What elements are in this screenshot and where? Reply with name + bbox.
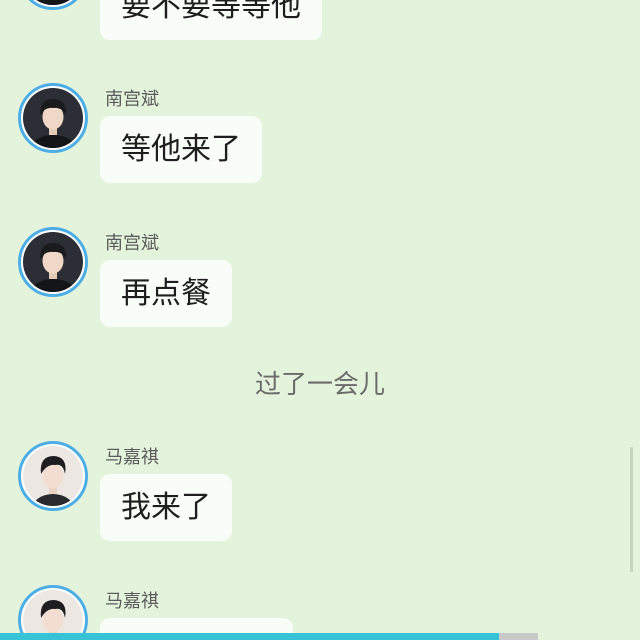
sender-name: 南宫斌: [105, 89, 159, 110]
avatar[interactable]: [18, 227, 88, 297]
sender-name: 南宫斌: [105, 233, 159, 254]
sender-name: 马嘉祺: [105, 447, 159, 468]
message-bubble[interactable]: 我来了: [100, 474, 232, 541]
progress-played: [0, 633, 500, 640]
avatar-photo: [23, 590, 83, 640]
avatar[interactable]: [18, 83, 88, 153]
time-notice: 过了一会儿: [254, 370, 385, 400]
scrollbar[interactable]: [630, 447, 633, 572]
avatar[interactable]: [18, 585, 88, 640]
message-bubble[interactable]: 等他来了: [100, 116, 262, 183]
message-bubble[interactable]: 再点餐: [100, 260, 232, 327]
sender-name: 马嘉祺: [105, 591, 159, 612]
chat-screen: 要不要等等他 南宫斌 等他来了 南宫斌 再点餐 过了一会儿 马嘉祺 我来了 马嘉…: [0, 0, 640, 640]
avatar[interactable]: [18, 441, 88, 511]
playback-progress-bar[interactable]: [0, 633, 640, 640]
message-bubble[interactable]: 要不要等等他: [100, 0, 322, 40]
avatar[interactable]: [18, 0, 88, 10]
